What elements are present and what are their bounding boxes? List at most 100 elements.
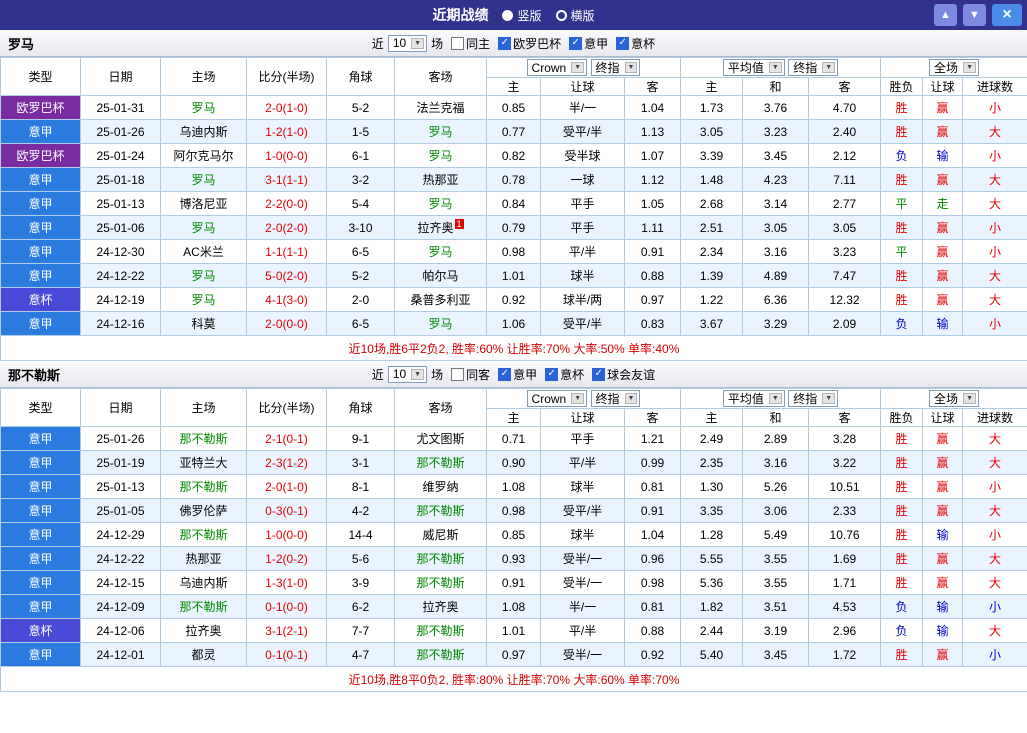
away-team-link[interactable]: 拉齐奥	[395, 595, 487, 619]
home-team-link[interactable]: 那不勒斯	[161, 595, 247, 619]
away-team-link[interactable]: 维罗纳	[395, 475, 487, 499]
home-team-link[interactable]: 科莫	[161, 312, 247, 336]
away-team-link[interactable]: 拉齐奥1	[395, 216, 487, 240]
layout-radio-vertical[interactable]: 竖版	[502, 7, 541, 24]
result-goals-cell: 小	[963, 312, 1027, 336]
odds-stage-select[interactable]: 终指▼	[591, 390, 641, 407]
result-group-header: 全场▼	[881, 389, 1027, 409]
odds-stage-select[interactable]: 终指▼	[591, 59, 641, 76]
score-cell[interactable]: 4-1(3-0)	[247, 288, 327, 312]
home-team-link[interactable]: AC米兰	[161, 240, 247, 264]
same-venue-checkbox[interactable]: ✓同主	[451, 35, 490, 52]
away-team-link[interactable]: 桑普多利亚	[395, 288, 487, 312]
league-filter-checkbox[interactable]: ✓欧罗巴杯	[498, 35, 561, 52]
league-filter-checkbox[interactable]: ✓意杯	[545, 366, 584, 383]
score-cell[interactable]: 1-3(1-0)	[247, 571, 327, 595]
score-cell[interactable]: 5-0(2-0)	[247, 264, 327, 288]
league-filter-checkbox[interactable]: ✓意甲	[498, 366, 537, 383]
match-date-cell: 25-01-18	[81, 168, 161, 192]
score-cell[interactable]: 0-1(0-1)	[247, 643, 327, 667]
away-team-link[interactable]: 那不勒斯	[395, 619, 487, 643]
away-team-link[interactable]: 罗马	[395, 144, 487, 168]
match-row: 意甲25-01-26那不勒斯2-1(0-1)9-1尤文图斯0.71平手1.212…	[1, 427, 1027, 451]
bookmaker-select[interactable]: Crown▼	[527, 59, 588, 76]
layout-radio-horizontal[interactable]: 横版	[556, 7, 595, 24]
home-team-link[interactable]: 那不勒斯	[161, 427, 247, 451]
home-team-link[interactable]: 罗马	[161, 216, 247, 240]
away-team-link[interactable]: 那不勒斯	[395, 451, 487, 475]
away-team-link[interactable]: 罗马	[395, 192, 487, 216]
away-team-link[interactable]: 那不勒斯	[395, 547, 487, 571]
score-cell[interactable]: 1-2(0-2)	[247, 547, 327, 571]
euro-away-odds-cell: 3.28	[809, 427, 881, 451]
score-cell[interactable]: 2-0(1-0)	[247, 96, 327, 120]
away-team-link[interactable]: 热那亚	[395, 168, 487, 192]
away-team-link[interactable]: 法兰克福	[395, 96, 487, 120]
asia-away-odds-cell: 0.92	[625, 643, 681, 667]
home-team-link[interactable]: 罗马	[161, 168, 247, 192]
away-team-link[interactable]: 那不勒斯	[395, 499, 487, 523]
close-button[interactable]: ×	[992, 4, 1022, 26]
home-team-link[interactable]: 罗马	[161, 264, 247, 288]
league-type-cell: 意甲	[1, 499, 81, 523]
score-cell[interactable]: 2-0(0-0)	[247, 312, 327, 336]
euro-away-odds-cell: 10.51	[809, 475, 881, 499]
score-cell[interactable]: 1-0(0-0)	[247, 523, 327, 547]
scope-select[interactable]: 全场▼	[929, 59, 979, 76]
home-team-link[interactable]: 博洛尼亚	[161, 192, 247, 216]
league-type-cell: 欧罗巴杯	[1, 96, 81, 120]
away-team-link[interactable]: 那不勒斯	[395, 643, 487, 667]
result-handicap-cell: 赢	[923, 643, 963, 667]
match-count-select[interactable]: 10▼	[388, 366, 427, 383]
away-team-link[interactable]: 尤文图斯	[395, 427, 487, 451]
score-cell[interactable]: 1-0(0-0)	[247, 144, 327, 168]
home-team-link[interactable]: 乌迪内斯	[161, 120, 247, 144]
score-cell[interactable]: 0-1(0-0)	[247, 595, 327, 619]
score-cell[interactable]: 0-3(0-1)	[247, 499, 327, 523]
away-team-link[interactable]: 帕尔马	[395, 264, 487, 288]
away-team-link[interactable]: 罗马	[395, 312, 487, 336]
score-cell[interactable]: 2-0(1-0)	[247, 475, 327, 499]
away-team-link[interactable]: 罗马	[395, 240, 487, 264]
league-filter-checkbox[interactable]: ✓意甲	[569, 35, 608, 52]
home-team-link[interactable]: 都灵	[161, 643, 247, 667]
score-cell[interactable]: 1-2(1-0)	[247, 120, 327, 144]
score-cell[interactable]: 2-1(0-1)	[247, 427, 327, 451]
home-team-link[interactable]: 热那亚	[161, 547, 247, 571]
away-team-link[interactable]: 威尼斯	[395, 523, 487, 547]
home-team-link[interactable]: 乌迪内斯	[161, 571, 247, 595]
home-team-link[interactable]: 拉齐奥	[161, 619, 247, 643]
score-cell[interactable]: 3-1(1-1)	[247, 168, 327, 192]
away-team-link[interactable]: 罗马	[395, 120, 487, 144]
score-cell[interactable]: 2-2(0-0)	[247, 192, 327, 216]
league-filter-checkbox[interactable]: ✓意杯	[616, 35, 655, 52]
score-cell[interactable]: 1-1(1-1)	[247, 240, 327, 264]
score-cell[interactable]: 2-0(2-0)	[247, 216, 327, 240]
match-count-select[interactable]: 10▼	[388, 35, 427, 52]
result-goals-cell: 大	[963, 120, 1027, 144]
home-team-link[interactable]: 阿尔克马尔	[161, 144, 247, 168]
league-filter-checkbox[interactable]: ✓球会友谊	[592, 366, 655, 383]
scroll-up-button[interactable]: ▲	[934, 4, 957, 26]
euro-draw-odds-cell: 3.55	[743, 547, 809, 571]
filter-bar: 近 10▼ 场 ✓同客 ✓意甲 ✓意杯 ✓球会友谊	[0, 366, 1027, 383]
same-venue-checkbox[interactable]: ✓同客	[451, 366, 490, 383]
score-cell[interactable]: 3-1(2-1)	[247, 619, 327, 643]
home-team-link[interactable]: 佛罗伦萨	[161, 499, 247, 523]
home-team-link[interactable]: 罗马	[161, 288, 247, 312]
avg-stage-select[interactable]: 终指▼	[788, 59, 838, 76]
avg-stage-select[interactable]: 终指▼	[788, 390, 838, 407]
bookmaker-select[interactable]: Crown▼	[527, 390, 588, 407]
scope-select[interactable]: 全场▼	[929, 390, 979, 407]
home-team-link[interactable]: 亚特兰大	[161, 451, 247, 475]
average-select[interactable]: 平均值▼	[723, 390, 785, 407]
away-team-link[interactable]: 那不勒斯	[395, 571, 487, 595]
average-select[interactable]: 平均值▼	[723, 59, 785, 76]
scroll-down-button[interactable]: ▼	[963, 4, 986, 26]
euro-away-odds-cell: 4.53	[809, 595, 881, 619]
home-team-link[interactable]: 那不勒斯	[161, 475, 247, 499]
score-cell[interactable]: 2-3(1-2)	[247, 451, 327, 475]
home-team-link[interactable]: 罗马	[161, 96, 247, 120]
home-team-link[interactable]: 那不勒斯	[161, 523, 247, 547]
match-date-cell: 25-01-06	[81, 216, 161, 240]
